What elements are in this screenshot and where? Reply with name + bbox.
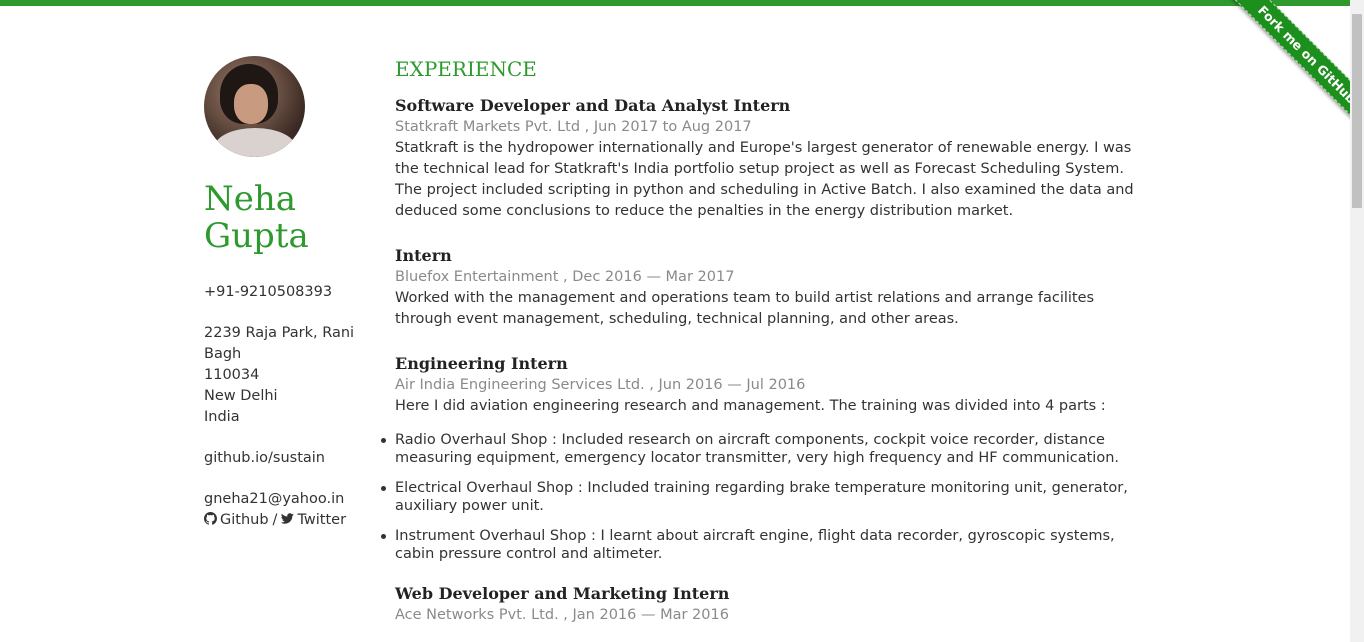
job-entry: Software Developer and Data Analyst Inte… [395,95,1150,222]
job-description: Here I did aviation engineering research… [395,398,1106,414]
list-item: Instrument Overhaul Shop : I learnt abou… [381,527,1150,563]
list-item: Electrical Overhaul Shop : Included trai… [381,479,1150,515]
github-label: Github [220,512,269,528]
job-meta: Air India Engineering Services Ltd. , Ju… [395,377,806,393]
fork-ribbon-container: Fork me on GitHub [1200,0,1350,150]
avatar [204,56,305,157]
list-item: Radio Overhaul Shop : Included research … [381,431,1150,467]
profile-name: Neha Gupta [204,181,364,255]
job-meta: Ace Networks Pvt. Ltd. , Jan 2016 — Mar … [395,607,729,623]
phone-number: +91-9210508393 [204,284,333,300]
experience-section: EXPERIENCE Software Developer and Data A… [381,56,1150,626]
social-links: Github / Twitter [204,510,364,531]
job-entry: Engineering Intern Air India Engineering… [381,353,1150,563]
page-scrollbar[interactable] [1350,0,1364,642]
postal-address: 2239 Raja Park, Rani Bagh 110034 New Del… [204,323,364,428]
avatar-face [234,84,268,124]
email-link[interactable]: gneha21@yahoo.in [204,489,364,510]
job-description: Worked with the management and operation… [395,290,1095,327]
job-meta: Bluefox Entertainment , Dec 2016 — Mar 2… [395,269,735,285]
profile-sidebar: Neha Gupta +91-9210508393 2239 Raja Park… [204,56,364,531]
job-title: Engineering Intern [395,354,568,373]
social-separator: / [272,512,278,528]
avatar-body [214,128,296,157]
section-title: EXPERIENCE [395,57,537,81]
first-name: Neha [204,179,297,219]
github-link[interactable]: Github [204,510,269,531]
fork-on-github-ribbon[interactable]: Fork me on GitHub [1216,0,1350,145]
top-accent-bar [0,0,1364,6]
job-title: Software Developer and Data Analyst Inte… [395,96,791,115]
job-entry: Web Developer and Marketing Intern Ace N… [395,583,1150,626]
address-line: 110034 [204,367,260,383]
job-description: Statkraft is the hydropower internationa… [395,140,1134,219]
twitter-icon [281,513,295,524]
job-meta: Statkraft Markets Pvt. Ltd , Jun 2017 to… [395,119,752,135]
job-title: Intern [395,246,452,265]
website-link[interactable]: github.io/sustain [204,448,364,469]
github-icon [204,512,218,525]
last-name: Gupta [204,216,309,256]
job-title: Web Developer and Marketing Intern [395,584,730,603]
address-line: 2239 Raja Park, Rani Bagh [204,325,355,362]
address-line: India [204,409,240,425]
address-line: New Delhi [204,388,278,404]
twitter-link[interactable]: Twitter [281,510,346,531]
twitter-label: Twitter [297,512,347,528]
scrollbar-thumb[interactable] [1352,14,1362,208]
job-entry: Intern Bluefox Entertainment , Dec 2016 … [395,245,1150,330]
job-task-list: Radio Overhaul Shop : Included research … [381,431,1150,563]
